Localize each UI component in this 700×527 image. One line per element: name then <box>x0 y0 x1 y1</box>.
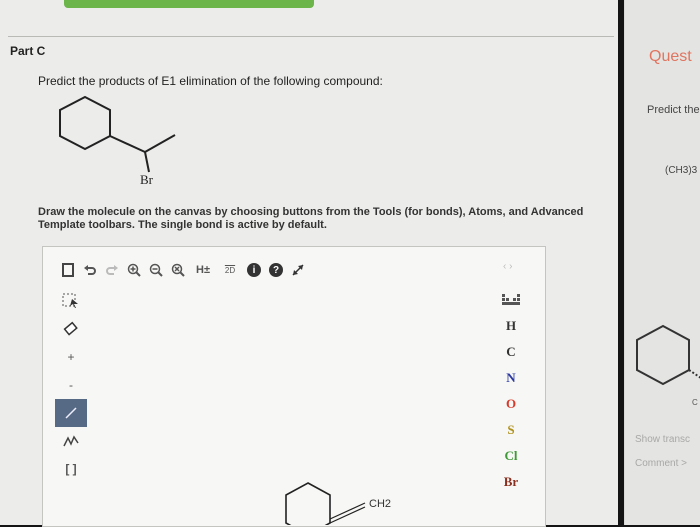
help-icon[interactable]: ? <box>265 259 287 281</box>
zoom-out-icon[interactable] <box>145 259 167 281</box>
info-icon[interactable]: i <box>243 259 265 281</box>
bracket-tool-icon[interactable]: [ ] <box>55 455 87 483</box>
instructions-text: Draw the molecule on the canvas by choos… <box>38 206 584 231</box>
side-structure <box>636 324 700 386</box>
atom-c-button[interactable]: C <box>491 339 531 365</box>
show-transcript-link[interactable]: Show transc <box>635 434 690 445</box>
molecule-editor[interactable]: H± 2D i ? ‹ › + - [ ] CH2 H C N O S Cl B… <box>42 246 546 527</box>
charge-minus-icon[interactable]: - <box>55 371 87 399</box>
atom-br-button[interactable]: Br <box>491 469 531 495</box>
comment-link[interactable]: Comment > <box>635 458 687 469</box>
atom-h-button[interactable]: H <box>491 313 531 339</box>
atom-n-button[interactable]: N <box>491 365 531 391</box>
part-title: Part C <box>10 44 46 58</box>
fullscreen-icon[interactable] <box>287 259 309 281</box>
atoms-toolbar: H C N O S Cl Br <box>491 287 531 495</box>
top-toolbar: H± 2D i ? <box>57 259 309 281</box>
eraser-icon[interactable] <box>55 315 87 343</box>
atom-s-button[interactable]: S <box>491 417 531 443</box>
bromine-label: Br <box>140 172 153 187</box>
atom-o-button[interactable]: O <box>491 391 531 417</box>
undo-icon[interactable] <box>79 259 101 281</box>
charge-plus-icon[interactable]: + <box>55 343 87 371</box>
submit-bar[interactable] <box>64 0 314 8</box>
3d-view-button[interactable]: 2D <box>217 259 243 281</box>
template-ch2-label: CH2 <box>369 498 391 510</box>
select-tool-icon[interactable] <box>55 287 87 315</box>
side-ch-label: C <box>692 398 698 407</box>
periodic-table-icon[interactable] <box>491 287 531 313</box>
drawing-canvas[interactable]: CH2 <box>93 285 485 525</box>
toolbar-nav-arrows[interactable]: ‹ › <box>503 261 512 272</box>
divider <box>8 36 614 37</box>
reset-zoom-icon[interactable] <box>167 259 189 281</box>
chain-tool-icon[interactable] <box>55 427 87 455</box>
atom-cl-button[interactable]: Cl <box>491 443 531 469</box>
redo-icon[interactable] <box>101 259 123 281</box>
single-bond-tool-icon[interactable] <box>55 399 87 427</box>
side-question-title: Quest <box>649 48 692 65</box>
question-text: Predict the products of E1 elimination o… <box>38 74 383 88</box>
new-document-icon[interactable] <box>57 259 79 281</box>
side-formula: (CH3)3 <box>665 165 698 176</box>
side-question-text: Predict the <box>647 104 700 116</box>
tools-toolbar: + - [ ] <box>55 287 87 483</box>
compound-structure <box>59 95 176 173</box>
main-panel: Part C Predict the products of E1 elimin… <box>0 0 618 527</box>
zoom-in-icon[interactable] <box>123 259 145 281</box>
next-question-panel: Quest Predict the (CH3)3 Show transc Com… <box>624 0 700 525</box>
explicit-hydrogens-button[interactable]: H± <box>189 259 217 281</box>
